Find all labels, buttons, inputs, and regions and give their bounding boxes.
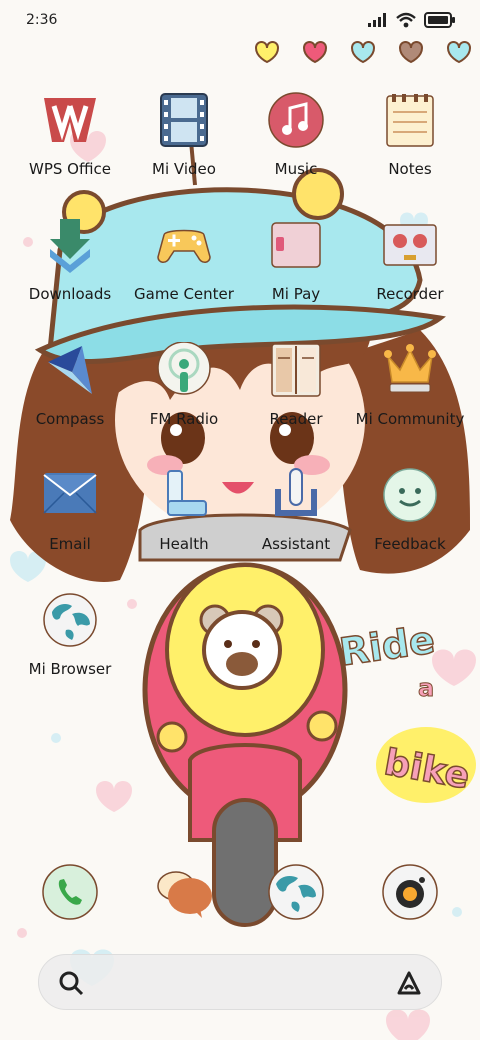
camera-icon[interactable] xyxy=(380,862,440,922)
app-label: Recorder xyxy=(376,285,444,303)
app-label: Mi Community xyxy=(355,410,465,428)
app-label: Feedback xyxy=(374,535,446,553)
app-notes[interactable]: Notes xyxy=(350,92,470,202)
app-email[interactable]: Email xyxy=(10,467,130,577)
app-assistant[interactable]: Assistant xyxy=(236,467,356,577)
crown-icon xyxy=(384,344,436,393)
book-icon xyxy=(271,343,321,397)
decorative-hearts xyxy=(254,41,472,64)
home-screen: { "status_bar": { "time": "2:36" }, "app… xyxy=(0,0,480,1040)
globe-icon xyxy=(43,593,97,647)
app-label: Game Center xyxy=(134,285,234,303)
health-icon xyxy=(167,470,207,516)
app-game-center[interactable]: Game Center xyxy=(124,217,244,327)
battery-icon xyxy=(424,12,455,28)
app-label: FM Radio xyxy=(149,410,219,428)
status-bar: 2:36 xyxy=(0,0,480,40)
app-recorder[interactable]: Recorder xyxy=(350,217,470,327)
search-bar[interactable] xyxy=(38,954,442,1010)
download-arrow-icon xyxy=(50,219,90,273)
app-wps-office[interactable]: WPS Office xyxy=(10,92,130,202)
status-time: 2:36 xyxy=(26,12,58,28)
app-label: Email xyxy=(49,535,91,553)
search-icon xyxy=(59,971,84,996)
wifi-icon xyxy=(396,12,416,28)
app-label: Health xyxy=(159,535,209,553)
notepad-icon xyxy=(386,94,434,147)
envelope-icon xyxy=(43,473,97,514)
app-health[interactable]: Health xyxy=(124,467,244,577)
app-reader[interactable]: Reader xyxy=(236,342,356,452)
app-fm-radio[interactable]: FM Radio xyxy=(124,342,244,452)
app-mi-community[interactable]: Mi Community xyxy=(350,342,470,452)
smiley-face-icon xyxy=(383,468,437,522)
app-label: Mi Video xyxy=(152,160,216,178)
app-label: Mi Pay xyxy=(271,285,321,303)
globe-icon[interactable] xyxy=(266,862,326,922)
svg-text:Ride: Ride xyxy=(337,618,437,675)
app-label: Downloads xyxy=(28,285,112,303)
assistant-a-icon[interactable] xyxy=(395,969,423,997)
recorder-icon xyxy=(383,224,437,266)
app-compass[interactable]: Compass xyxy=(10,342,130,452)
svg-text:a: a xyxy=(418,674,434,702)
app-label: Music xyxy=(274,160,318,178)
app-feedback[interactable]: Feedback xyxy=(350,467,470,577)
compass-icon xyxy=(48,346,92,394)
messages-icon[interactable] xyxy=(154,862,214,922)
music-note-icon xyxy=(268,92,324,148)
signal-icon xyxy=(368,13,386,27)
app-label: Notes xyxy=(388,160,432,178)
app-label: Compass xyxy=(35,410,105,428)
app-mi-pay[interactable]: Mi Pay xyxy=(236,217,356,327)
film-strip-icon xyxy=(160,93,208,147)
app-label: Mi Browser xyxy=(28,660,112,678)
wps-office-icon xyxy=(44,98,96,142)
app-mi-video[interactable]: Mi Video xyxy=(124,92,244,202)
app-label: Reader xyxy=(269,410,323,428)
radio-icon xyxy=(157,342,211,395)
app-music[interactable]: Music xyxy=(236,92,356,202)
app-mi-browser[interactable]: Mi Browser xyxy=(10,592,130,702)
app-label: Assistant xyxy=(261,535,331,553)
app-downloads[interactable]: Downloads xyxy=(10,217,130,327)
gamepad-icon xyxy=(157,229,211,263)
assistant-icon xyxy=(275,468,317,516)
wallet-card-icon xyxy=(271,222,321,268)
phone-icon[interactable] xyxy=(40,862,100,922)
app-label: WPS Office xyxy=(29,160,111,178)
